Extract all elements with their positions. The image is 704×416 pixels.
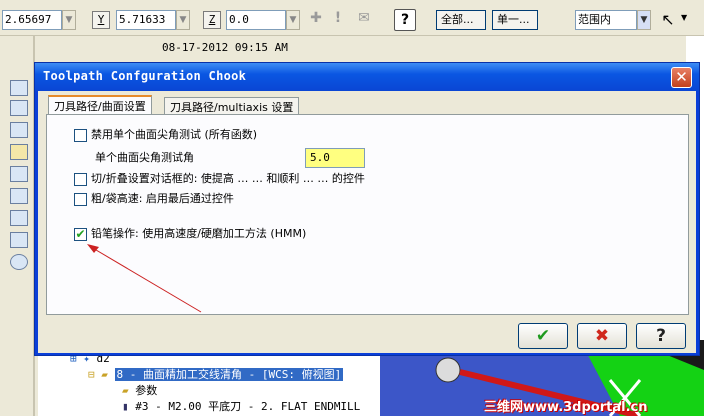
tool-icon-9[interactable] — [10, 254, 28, 270]
coordinate-toolbar: 2.65697 ▼ Y 5.71633 ▼ Z 0.0 ▼ ✚ ! ✉ ? 全部… — [0, 0, 704, 36]
cancel-button[interactable]: ✖ — [577, 323, 627, 349]
z-axis-button[interactable]: Z — [203, 11, 221, 29]
envelope-icon[interactable]: ✉ — [352, 8, 376, 28]
toolpath-config-dialog: Toolpath Confguration Chook ✕ 刀具路径/曲面设置 … — [34, 62, 700, 356]
annotation-arrow — [87, 244, 202, 313]
range-select[interactable]: 范围内 — [575, 10, 637, 30]
dialog-client-area: 刀具路径/曲面设置 刀具路径/multiaxis 设置 禁用单个曲面尖角测试 (… — [38, 91, 696, 353]
alert-icon[interactable]: ! — [330, 8, 346, 28]
ok-button[interactable]: ✔ — [518, 323, 568, 349]
dialog-titlebar[interactable]: Toolpath Confguration Chook ✕ — [35, 63, 699, 91]
y-axis-button[interactable]: Y — [92, 11, 110, 29]
tool-icon-2[interactable] — [10, 100, 28, 116]
select-one-button[interactable]: 单一... — [492, 10, 538, 30]
tree-node-params[interactable]: ▰ 参数 — [122, 383, 157, 399]
tool-icon-8[interactable] — [10, 232, 28, 248]
tool-icon-7[interactable] — [10, 210, 28, 226]
z-dropdown-arrow[interactable]: ▼ — [286, 10, 300, 30]
x-dropdown-arrow[interactable]: ▼ — [62, 10, 76, 30]
help-button[interactable]: ? — [636, 323, 686, 349]
folder-open-icon: ⊟ ▰ — [88, 368, 115, 381]
help-icon[interactable]: ? — [394, 9, 416, 31]
tool-icon-5[interactable] — [10, 166, 28, 182]
left-toolbar — [0, 36, 38, 416]
pencil-icon[interactable] — [10, 144, 28, 160]
z-coordinate-input[interactable]: 0.0 — [226, 10, 286, 30]
cursor-dropdown-icon[interactable]: ▼ — [681, 13, 691, 22]
dialog-title: Toolpath Confguration Chook — [43, 69, 247, 83]
tree-node-tool[interactable]: ▮ #3 - M2.00 平底刀 - 2. FLAT ENDMILL — [122, 399, 360, 415]
tab-panel: 禁用单个曲面尖角测试 (所有函数) 单个曲面尖角测试角 5.0 切/折叠设置对话… — [46, 114, 689, 315]
endmill-icon: ▮ — [122, 400, 136, 413]
datetime-label: 08-17-2012 09:15 AM — [162, 41, 288, 54]
close-icon[interactable]: ✕ — [671, 67, 692, 88]
range-dropdown-arrow[interactable]: ▼ — [637, 10, 651, 30]
select-all-button[interactable]: 全部... — [436, 10, 486, 30]
tree-node-operation[interactable]: ⊟ ▰ 8 - 曲面精加工交线清角 - [WCS: 俯视图] — [88, 367, 344, 383]
folder-icon: ▰ — [122, 384, 136, 397]
x-coordinate-input[interactable]: 2.65697 — [2, 10, 62, 30]
y-dropdown-arrow[interactable]: ▼ — [176, 10, 190, 30]
tool-icon-3[interactable] — [10, 122, 28, 138]
snap-icon[interactable]: ✚ — [306, 8, 326, 28]
cursor-select-icon[interactable]: ↖ — [658, 9, 678, 31]
tool-icon-1[interactable] — [10, 80, 28, 96]
tool-icon-6[interactable] — [10, 188, 28, 204]
y-coordinate-input[interactable]: 5.71633 — [116, 10, 176, 30]
watermark-text: 三维网www.3dportal.cn — [484, 400, 648, 415]
